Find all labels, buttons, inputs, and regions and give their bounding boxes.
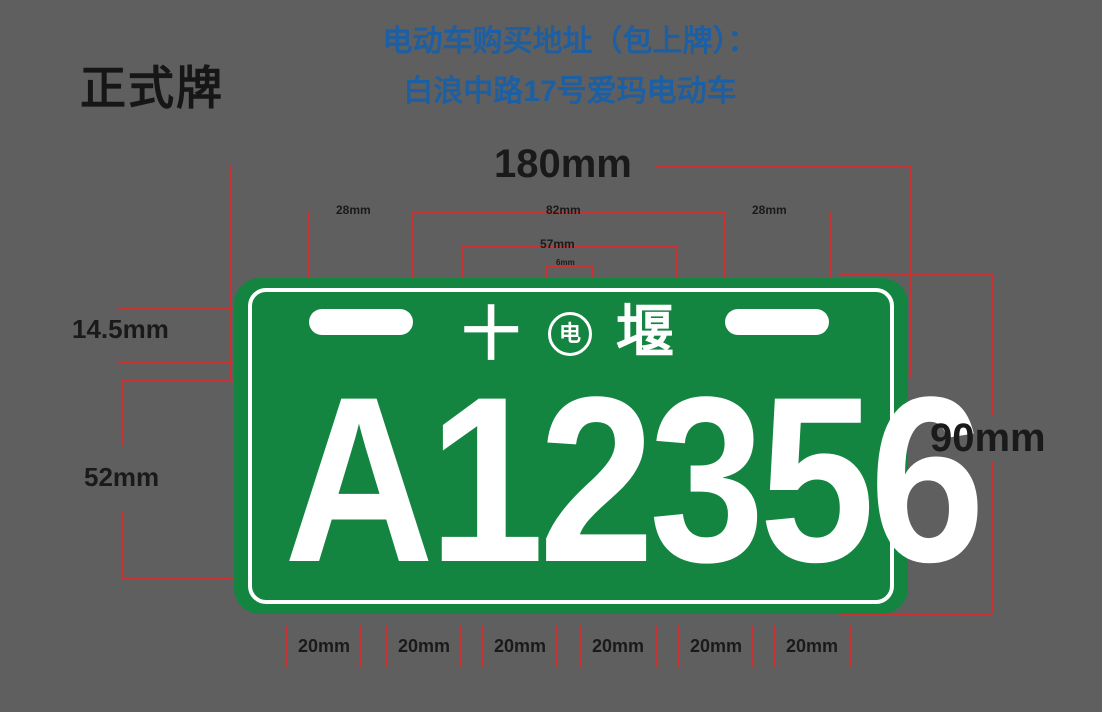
dim-slot-right: 28mm xyxy=(752,203,787,217)
dim-slot-gap: 82mm xyxy=(546,203,581,217)
dim-top-text-span: 57mm xyxy=(540,237,575,251)
dim-width-total: 180mm xyxy=(494,142,632,186)
dim-char-width-6: 20mm xyxy=(785,636,839,656)
dim-top-margin: 14.5mm xyxy=(72,314,169,344)
dim-char-width-1: 20mm xyxy=(297,636,351,656)
mount-slot-right xyxy=(725,309,829,335)
dim-height-total: 90mm xyxy=(930,416,1046,460)
plate-number: A12356 xyxy=(284,348,985,612)
dim-char-width-4: 20mm xyxy=(591,636,645,656)
dim-char-width-5: 20mm xyxy=(689,636,743,656)
dim-char-width-2: 20mm xyxy=(397,636,451,656)
dim-circle-width: 6mm xyxy=(556,258,575,267)
dim-char-height: 52mm xyxy=(84,462,160,492)
mount-slot-left xyxy=(309,309,413,335)
dim-slot-left: 28mm xyxy=(336,203,371,217)
dim-char-width-3: 20mm xyxy=(493,636,547,656)
